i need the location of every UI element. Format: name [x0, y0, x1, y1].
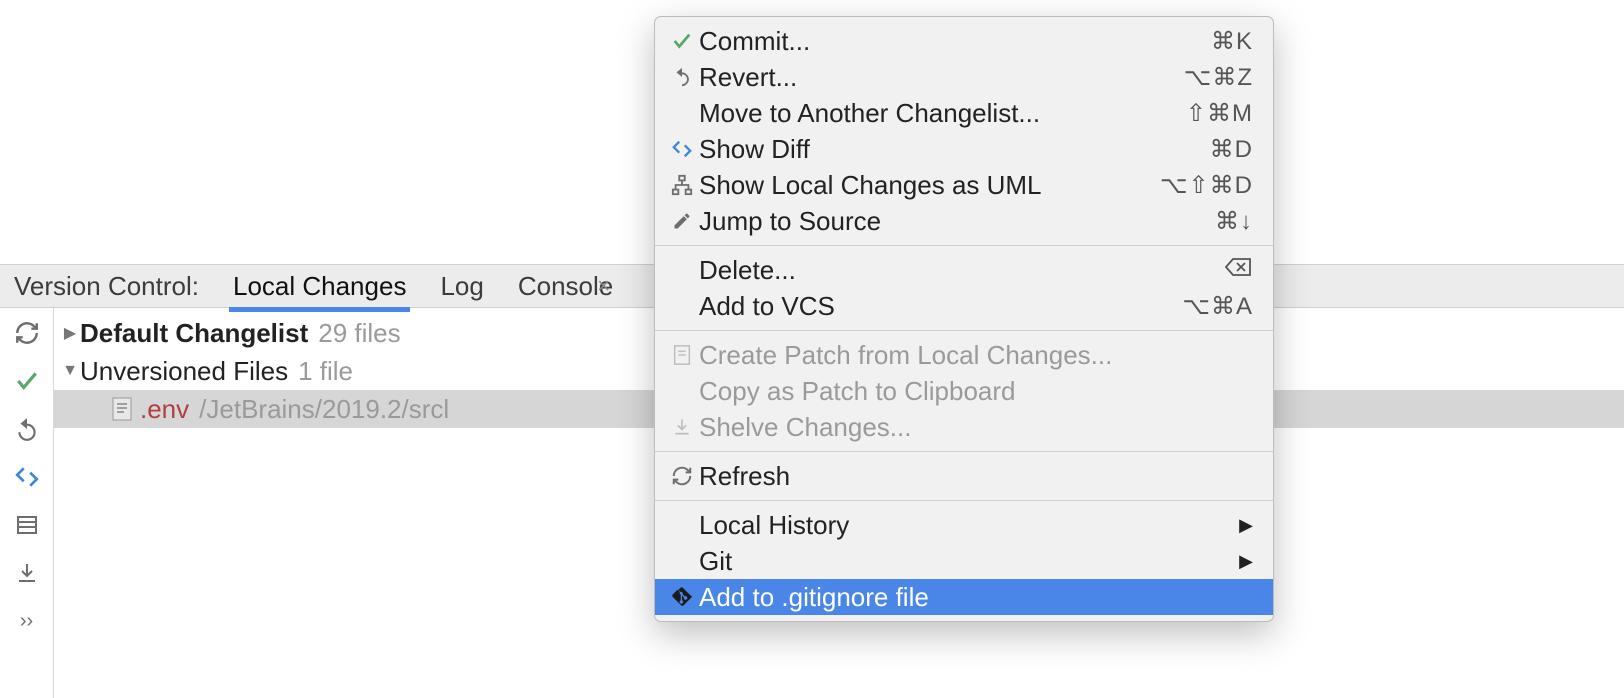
tab-local-changes[interactable]: Local Changes: [233, 271, 406, 302]
menu-shelve: Shelve Changes...: [655, 409, 1273, 445]
uml-icon: [665, 174, 699, 196]
shelve-down-icon: [665, 417, 699, 437]
menu-copy-patch: Copy as Patch to Clipboard: [655, 373, 1273, 409]
expand-icon[interactable]: ››: [12, 606, 42, 636]
refresh-menu-icon: [665, 465, 699, 487]
backspace-icon: [1225, 256, 1253, 284]
menu-add-vcs[interactable]: Add to VCS ⌥⌘A: [655, 288, 1273, 324]
pencil-icon: [665, 211, 699, 231]
file-name: .env: [140, 394, 189, 425]
menu-local-history[interactable]: Local History ▶: [655, 507, 1273, 543]
diff-icon[interactable]: [12, 462, 42, 492]
shelve-icon[interactable]: [12, 558, 42, 588]
menu-refresh[interactable]: Refresh: [655, 458, 1273, 494]
disclosure-open-icon[interactable]: ▼: [60, 362, 80, 380]
menu-show-diff[interactable]: Show Diff ⌘D: [655, 131, 1273, 167]
menu-show-uml[interactable]: Show Local Changes as UML ⌥⇧⌘D: [655, 167, 1273, 203]
checkmark-icon: [665, 30, 699, 52]
menu-move-changelist[interactable]: Move to Another Changelist... ⇧⌘M: [655, 95, 1273, 131]
menu-revert[interactable]: Revert... ⌥⌘Z: [655, 59, 1273, 95]
diff-arrows-icon: [665, 138, 699, 160]
refresh-icon[interactable]: [12, 318, 42, 348]
context-menu: Commit... ⌘K Revert... ⌥⌘Z Move to Anoth…: [654, 16, 1274, 622]
changelist-icon[interactable]: [12, 510, 42, 540]
file-icon: [112, 397, 132, 421]
menu-git[interactable]: Git ▶: [655, 543, 1273, 579]
changelist-name: Default Changelist: [80, 318, 308, 349]
menu-delete[interactable]: Delete...: [655, 252, 1273, 288]
menu-jump-source[interactable]: Jump to Source ⌘↓: [655, 203, 1273, 239]
undo-icon: [665, 66, 699, 88]
submenu-arrow-icon: ▶: [1239, 551, 1253, 572]
vcs-toolbar: ››: [0, 308, 54, 698]
changelist-count: 29 files: [318, 318, 400, 349]
commit-icon[interactable]: [12, 366, 42, 396]
panel-title: Version Control:: [14, 271, 199, 302]
file-path: /JetBrains/2019.2/srcl: [199, 394, 449, 425]
disclosure-closed-icon[interactable]: ▶: [60, 323, 80, 343]
changelist-count: 1 file: [298, 356, 353, 387]
close-icon[interactable]: ×: [597, 273, 610, 299]
menu-create-patch: Create Patch from Local Changes...: [655, 337, 1273, 373]
patch-icon: [665, 344, 699, 366]
tab-log[interactable]: Log: [440, 271, 483, 302]
changelist-name: Unversioned Files: [80, 356, 288, 387]
submenu-arrow-icon: ▶: [1239, 515, 1253, 536]
gitignore-icon: [665, 586, 699, 608]
menu-add-gitignore[interactable]: Add to .gitignore file: [655, 579, 1273, 615]
menu-commit[interactable]: Commit... ⌘K: [655, 23, 1273, 59]
revert-icon[interactable]: [12, 414, 42, 444]
